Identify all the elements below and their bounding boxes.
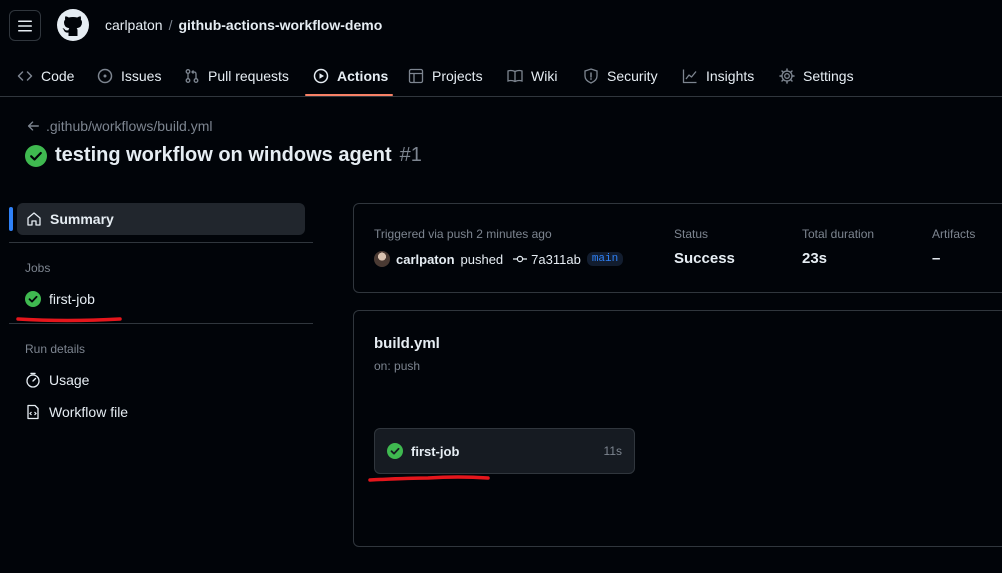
home-icon [27, 212, 41, 226]
tab-code[interactable]: Code [17, 56, 74, 96]
pushed-text: pushed [460, 251, 504, 267]
commit-link[interactable]: 7a311ab [513, 252, 581, 267]
tab-projects[interactable]: Projects [408, 56, 483, 96]
sidebar-divider [9, 242, 313, 243]
tab-wiki[interactable]: Wiki [507, 56, 557, 96]
tab-insights[interactable]: Insights [682, 56, 754, 96]
job-node-duration: 11s [603, 444, 622, 458]
selected-item-marker [9, 207, 13, 231]
table-icon [408, 68, 424, 84]
app-header: carlpaton / github-actions-workflow-demo C… [0, 0, 1002, 97]
stopwatch-icon [26, 372, 40, 388]
tab-security-label: Security [607, 68, 658, 84]
shield-icon [584, 68, 598, 84]
tab-issues[interactable]: Issues [97, 56, 161, 96]
duration-value: 23s [802, 250, 828, 267]
status-label: Status [674, 227, 709, 241]
sidebar-workflow-file-label: Workflow file [49, 404, 129, 420]
workflow-graph-card: build.yml on: push first-job 11s [353, 310, 1002, 547]
tab-wiki-label: Wiki [531, 68, 558, 84]
status-value: Success [674, 250, 735, 267]
commit-icon [513, 255, 528, 263]
job-node-name: first-job [411, 443, 460, 459]
workflow-file-name: build.yml [374, 335, 440, 352]
active-tab-indicator [305, 94, 393, 96]
sidebar-item-summary[interactable]: Summary [17, 203, 305, 235]
back-to-workflow-link[interactable]: .github/workflows/build.yml [26, 118, 213, 134]
sidebar-item-first-job[interactable]: first-job [25, 291, 95, 307]
run-summary-card: Triggered via push 2 minutes ago carlpat… [353, 203, 1002, 293]
run-number: #1 [399, 144, 422, 166]
hamburger-icon [18, 20, 32, 31]
job-node-first-job[interactable]: first-job 11s [374, 428, 635, 474]
graph-icon [682, 69, 697, 84]
run-title-text: testing workflow on windows agent [55, 144, 392, 166]
workflow-trigger: on: push [374, 359, 421, 373]
artifacts-value: – [932, 250, 941, 267]
sidebar-item-usage[interactable]: Usage [25, 372, 89, 388]
play-icon [313, 68, 329, 84]
triggered-text: Triggered via push 2 minutes ago [374, 227, 552, 241]
file-code-icon [27, 404, 39, 420]
run-title: testing workflow on windows agent #1 [25, 144, 422, 167]
tab-projects-label: Projects [432, 68, 483, 84]
repo-name-link[interactable]: github-actions-workflow-demo [178, 17, 382, 33]
duration-label: Total duration [802, 227, 875, 241]
code-icon [17, 71, 33, 81]
check-circle-icon [25, 291, 41, 307]
workflow-path: .github/workflows/build.yml [46, 118, 213, 134]
sidebar-summary-label: Summary [50, 211, 114, 227]
trigger-row: carlpaton pushed 7a311ab main [374, 251, 624, 267]
tab-settings[interactable]: Settings [779, 56, 854, 96]
menu-button[interactable] [9, 10, 41, 41]
sidebar-run-details-heading: Run details [25, 342, 86, 356]
book-icon [507, 69, 523, 83]
tab-pull-requests-label: Pull requests [208, 68, 289, 84]
sidebar-divider [9, 323, 313, 324]
commit-sha: 7a311ab [531, 251, 581, 267]
tab-code-label: Code [41, 68, 75, 84]
repo-breadcrumb: carlpaton / github-actions-workflow-demo [105, 17, 382, 33]
tab-settings-label: Settings [803, 68, 854, 84]
breadcrumb-separator: / [168, 17, 173, 33]
sidebar-jobs-heading: Jobs [25, 261, 51, 275]
artifacts-label: Artifacts [932, 227, 976, 241]
pull-request-icon [185, 69, 199, 83]
annotation-underline [16, 317, 122, 323]
tab-actions[interactable]: Actions [313, 56, 388, 96]
actor-link[interactable]: carlpaton [396, 252, 455, 267]
issue-icon [97, 68, 113, 84]
check-circle-icon [25, 144, 47, 167]
sidebar-usage-label: Usage [49, 372, 90, 388]
tab-insights-label: Insights [706, 68, 755, 84]
sidebar-item-workflow-file[interactable]: Workflow file [25, 404, 128, 420]
arrow-left-icon [27, 121, 39, 131]
tab-actions-label: Actions [337, 68, 389, 84]
tab-security[interactable]: Security [583, 56, 658, 96]
gear-icon [779, 68, 795, 84]
branch-badge[interactable]: main [586, 252, 624, 266]
tab-issues-label: Issues [121, 68, 162, 84]
tab-pull-requests[interactable]: Pull requests [184, 56, 289, 96]
check-circle-icon [387, 443, 403, 459]
github-logo-icon[interactable] [57, 9, 89, 41]
repo-owner-link[interactable]: carlpaton [105, 17, 163, 33]
sidebar-job-label: first-job [49, 291, 95, 307]
avatar[interactable] [374, 251, 390, 267]
